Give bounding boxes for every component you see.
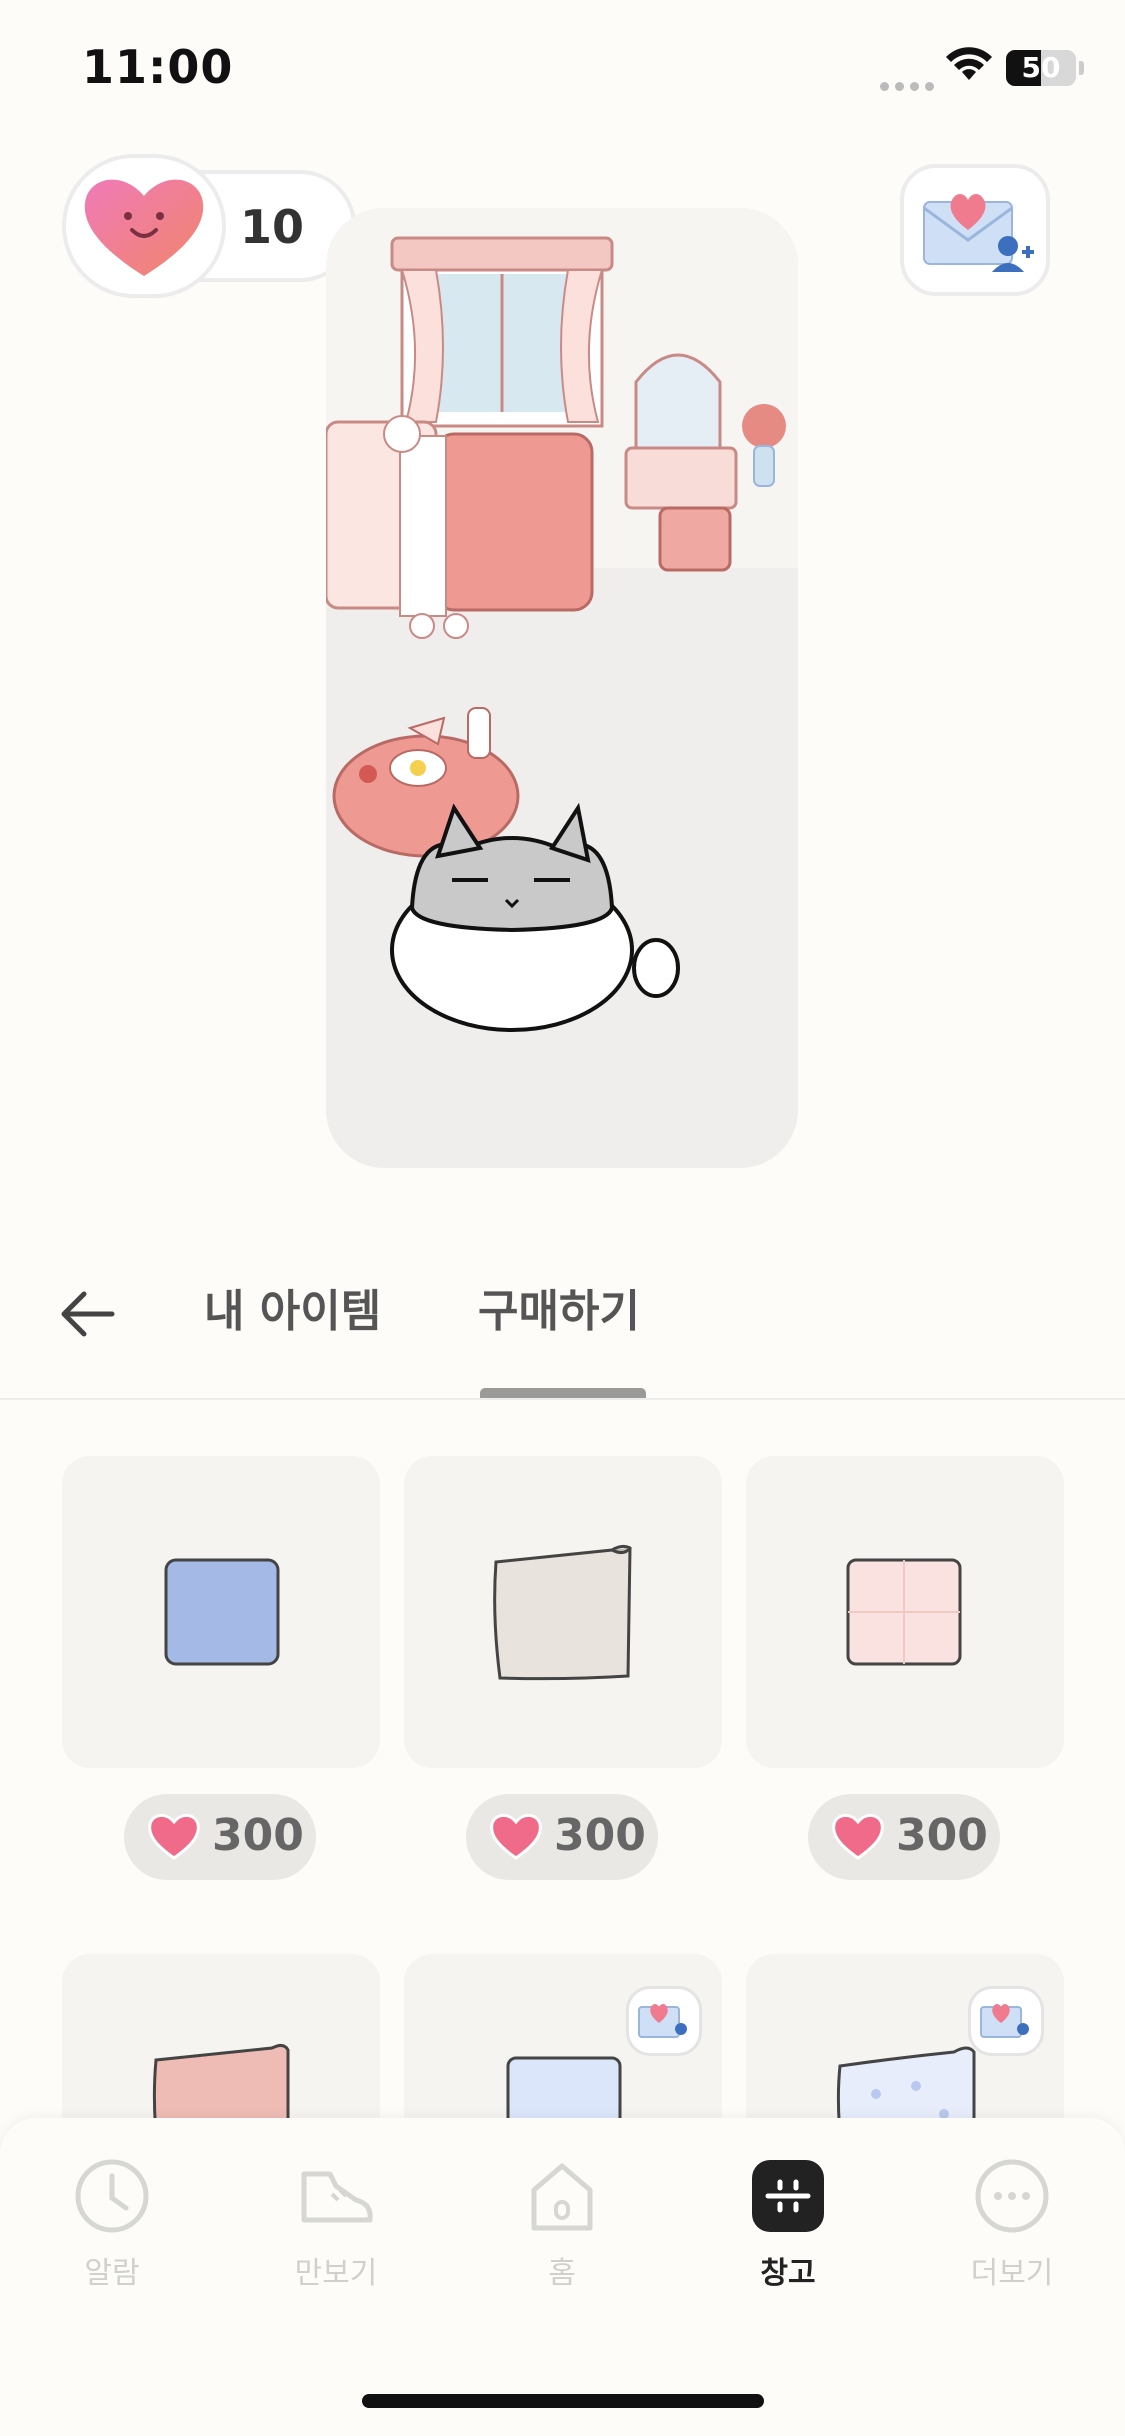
- shop-item-pink-pillow[interactable]: [746, 1456, 1064, 1768]
- nav-more[interactable]: 더보기: [937, 2156, 1087, 2292]
- envelope-add-friend-icon: [638, 2004, 687, 2038]
- battery-tip: [1079, 61, 1084, 75]
- room-illustration: [326, 208, 798, 1032]
- status-time: 11:00: [82, 40, 234, 94]
- home-icon: [531, 2163, 593, 2231]
- nav-label: 더보기: [970, 2256, 1054, 2291]
- envelope-add-friend-icon: [980, 2004, 1029, 2038]
- nav-label: 홈: [548, 2256, 576, 2291]
- pink-pillow-icon: [846, 1558, 962, 1666]
- window-icon: [390, 236, 614, 428]
- storage-icon: [752, 2160, 824, 2232]
- smiling-heart-icon: [84, 179, 204, 276]
- blue-pillow-icon: [164, 1558, 280, 1666]
- divider: [0, 1398, 1125, 1400]
- tab-purchase[interactable]: 구매하기: [478, 1275, 640, 1339]
- heart-icon: [490, 1814, 542, 1860]
- heart-count: 10: [240, 200, 305, 254]
- nav-alarm[interactable]: 알람: [37, 2156, 187, 2292]
- back-arrow-icon[interactable]: [56, 1282, 120, 1346]
- price-button[interactable]: 300: [124, 1794, 316, 1880]
- active-tab-indicator: [480, 1388, 646, 1398]
- signal-icon: [880, 76, 940, 95]
- bed-icon: [326, 415, 594, 639]
- invite-friend-button[interactable]: [900, 164, 1050, 296]
- price-button[interactable]: 300: [808, 1794, 1000, 1880]
- wifi-icon: [946, 47, 992, 80]
- more-icon: [975, 2159, 1049, 2233]
- nav-label: 만보기: [294, 2256, 378, 2291]
- battery-indicator: 50: [1006, 50, 1076, 86]
- shoe-icon: [301, 2171, 373, 2223]
- price-value: 300: [554, 1810, 646, 1861]
- shop-item-beige-pillow[interactable]: [404, 1456, 722, 1768]
- battery-level: 50: [1021, 51, 1061, 84]
- nav-storage[interactable]: 창고: [713, 2156, 863, 2292]
- price-value: 300: [212, 1810, 304, 1861]
- heart-icon: [832, 1814, 884, 1860]
- clock-icon: [75, 2159, 149, 2233]
- nav-home[interactable]: 홈: [487, 2156, 637, 2292]
- table-icon: [332, 707, 520, 858]
- shop-item-blue-pillow[interactable]: [62, 1456, 380, 1768]
- tab-my-items[interactable]: 내 아이템: [204, 1275, 381, 1339]
- price-value: 300: [896, 1810, 988, 1861]
- envelope-add-friend-icon: [923, 194, 1034, 272]
- nav-label: 창고: [760, 2256, 816, 2291]
- invite-only-badge: [626, 1986, 702, 2056]
- nav-pedometer[interactable]: 만보기: [261, 2156, 411, 2292]
- home-indicator: [362, 2394, 764, 2408]
- invite-only-badge: [968, 1986, 1044, 2056]
- room-preview: [326, 208, 798, 1168]
- price-button[interactable]: 300: [466, 1794, 658, 1880]
- beige-pillow-icon: [493, 1544, 632, 1681]
- heart-avatar: [62, 154, 226, 298]
- nav-label: 알람: [84, 2256, 140, 2291]
- heart-icon: [148, 1814, 200, 1860]
